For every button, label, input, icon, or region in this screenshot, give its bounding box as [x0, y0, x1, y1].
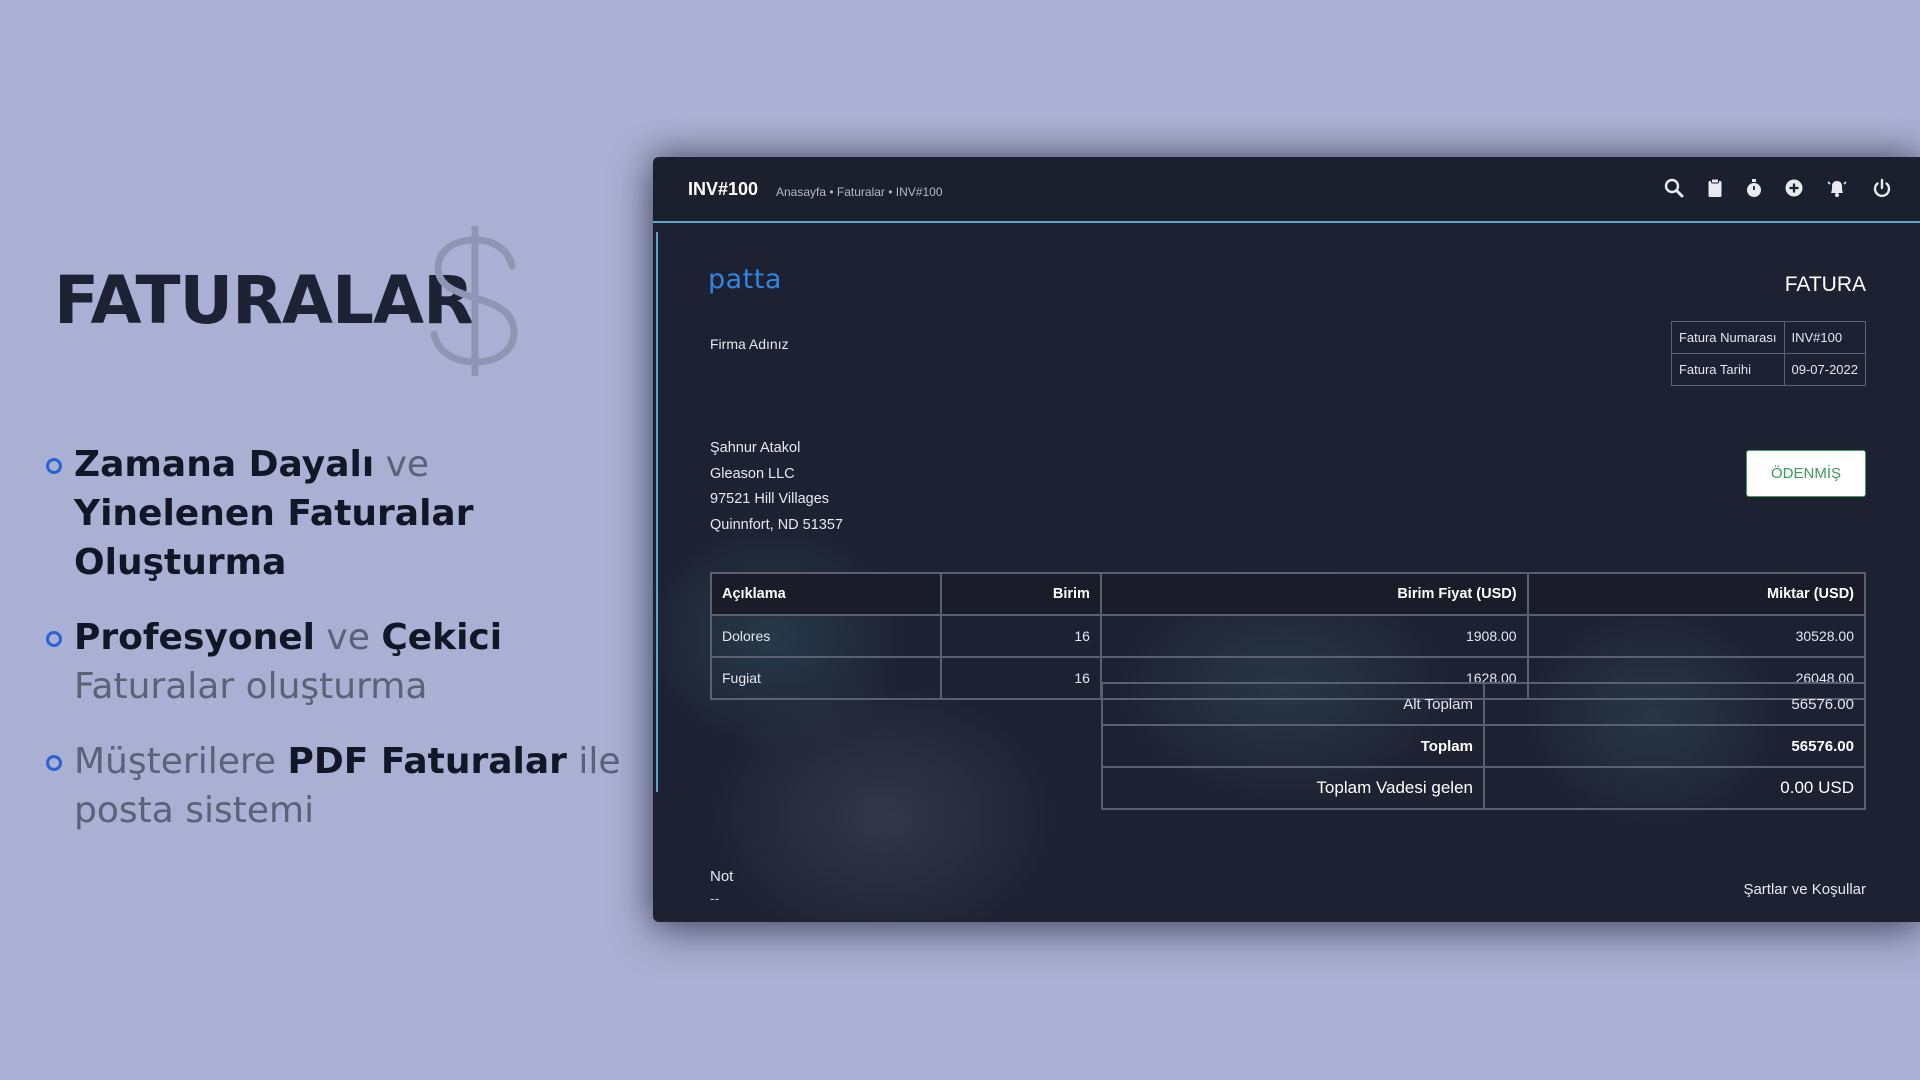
meta-row: Fatura Tarihi 09-07-2022 [1670, 353, 1866, 386]
subtotal-label: Alt Toplam [1101, 682, 1485, 726]
bullet-icon [46, 458, 62, 474]
invoice-meta-table: Fatura Numarası INV#100 Fatura Tarihi 09… [1670, 321, 1866, 386]
total-label: Toplam [1101, 724, 1485, 768]
plus-circle-icon[interactable] [1783, 177, 1805, 199]
bullet-icon [46, 755, 62, 771]
search-icon[interactable] [1663, 177, 1685, 199]
item-description: Fugiat [710, 656, 942, 700]
bell-icon[interactable] [1826, 177, 1848, 199]
feature-text: Faturalar oluşturma [74, 666, 428, 707]
bullet-icon [46, 631, 62, 647]
feature-highlight: Çekici [381, 617, 503, 658]
feature-highlight: Profesyonel [74, 617, 315, 658]
table-header-row: Açıklama Birim Birim Fiyat (USD) Miktar … [710, 572, 1867, 616]
feature-item: Zamana Dayalı ve Yinelenen Faturalar Olu… [44, 440, 624, 587]
amount-due-row: Toplam Vadesi gelen 0.00 USD [1101, 766, 1867, 810]
feature-item: Profesyonel ve Çekici Faturalar oluşturm… [44, 613, 624, 711]
feature-list: Zamana Dayalı ve Yinelenen Faturalar Olu… [44, 440, 624, 861]
feature-text: ve [374, 444, 430, 485]
invoice-date-value: 09-07-2022 [1783, 353, 1866, 386]
customer-name: Şahnur Atakol [710, 440, 801, 456]
meta-row: Fatura Numarası INV#100 [1670, 321, 1866, 354]
status-badge[interactable]: ÖDENMİŞ [1746, 450, 1866, 497]
feature-highlight: PDF Faturalar [287, 741, 567, 782]
terms-label: Şartlar ve Koşullar [1743, 881, 1866, 898]
feature-text: Müşterilere [74, 741, 288, 782]
column-header-description: Açıklama [710, 572, 942, 616]
breadcrumb[interactable]: Anasayfa • Faturalar • INV#100 [776, 185, 943, 199]
item-unit-price: 1908.00 [1099, 614, 1529, 658]
item-unit: 16 [939, 656, 1102, 700]
item-description: Dolores [710, 614, 942, 658]
page-title: INV#100 [688, 179, 759, 199]
total-row: Toplam 56576.00 [1101, 724, 1867, 768]
subtotal-row: Alt Toplam 56576.00 [1101, 682, 1867, 726]
promo-title: FATURALAR [54, 262, 474, 339]
clipboard-icon[interactable] [1704, 177, 1726, 199]
top-bar: INV#100 Anasayfa • Faturalar • INV#100 [653, 157, 1920, 223]
note-label: Not [710, 868, 734, 885]
company-name: Firma Adınız [710, 336, 789, 352]
stopwatch-icon[interactable] [1743, 177, 1765, 199]
feature-text: ve [314, 617, 382, 658]
item-unit: 16 [939, 614, 1102, 658]
subtotal-value: 56576.00 [1482, 682, 1867, 726]
column-header-unit: Birim [939, 572, 1102, 616]
invoice-window: INV#100 Anasayfa • Faturalar • INV#100 p… [653, 157, 1920, 922]
table-row: Dolores 16 1908.00 30528.00 [710, 614, 1867, 658]
invoice-heading: FATURA [1784, 273, 1866, 296]
feature-highlight: Yinelenen Faturalar Oluşturma [74, 493, 474, 583]
invoice-number-value: INV#100 [1783, 321, 1866, 354]
customer-city: Quinnfort, ND 51357 [710, 516, 843, 533]
amount-due-value: 0.00 USD [1482, 766, 1867, 810]
power-icon[interactable] [1871, 177, 1893, 199]
company-logo: patta [708, 264, 782, 295]
invoice-date-label: Fatura Tarihi [1670, 353, 1785, 386]
feature-item: Müşterilere PDF Faturalar ile posta sist… [44, 737, 624, 835]
note-value: -- [710, 890, 720, 906]
total-value: 56576.00 [1482, 724, 1867, 768]
scroll-indicator [656, 232, 658, 792]
invoice-number-label: Fatura Numarası [1670, 321, 1785, 354]
line-items-table: Açıklama Birim Birim Fiyat (USD) Miktar … [710, 572, 1867, 700]
column-header-amount: Miktar (USD) [1526, 572, 1867, 616]
amount-due-label: Toplam Vadesi gelen [1101, 766, 1485, 810]
item-amount: 30528.00 [1526, 614, 1867, 658]
feature-highlight: Zamana Dayalı [74, 444, 375, 485]
customer-company: Gleason LLC [710, 465, 795, 482]
billing-address: Şahnur Atakol Gleason LLC 97521 Hill Vil… [710, 436, 843, 538]
column-header-unit-price: Birim Fiyat (USD) [1099, 572, 1529, 616]
totals-table: Alt Toplam 56576.00 Toplam 56576.00 Topl… [1101, 682, 1867, 810]
dollar-icon [430, 226, 518, 376]
customer-street: 97521 Hill Villages [710, 491, 830, 507]
